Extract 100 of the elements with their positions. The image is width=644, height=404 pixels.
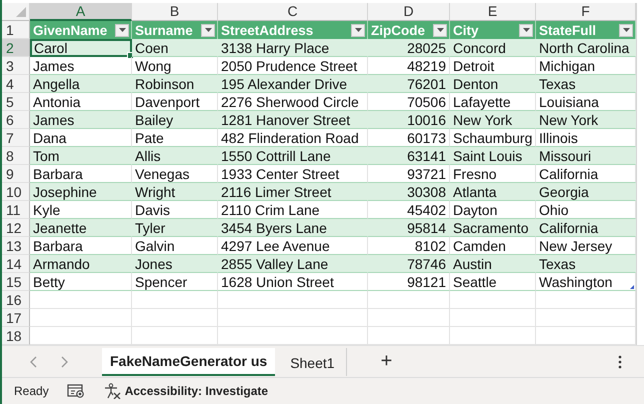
table-cell[interactable]: 98121	[368, 273, 450, 291]
column-header[interactable]: C	[218, 3, 368, 21]
row-number[interactable]: 13	[2, 237, 30, 255]
row-number[interactable]: 4	[2, 75, 30, 93]
table-cell[interactable]: 1628 Union Street	[218, 273, 368, 291]
row-number[interactable]: 15	[2, 273, 30, 291]
table-cell[interactable]: Sacramento	[450, 219, 536, 237]
table-cell[interactable]: 2855 Valley Lane	[218, 255, 368, 273]
empty-cell[interactable]	[218, 309, 368, 327]
table-cell[interactable]: Tyler	[132, 219, 218, 237]
empty-cell[interactable]	[368, 309, 450, 327]
table-cell[interactable]: 3138 Harry Place	[218, 39, 368, 57]
row-number[interactable]: 2	[2, 39, 30, 57]
dropdown-arrow-icon[interactable]	[436, 28, 444, 32]
table-cell[interactable]: California	[536, 219, 636, 237]
table-cell[interactable]: Josephine	[30, 183, 132, 201]
table-cell[interactable]: Spencer	[132, 273, 218, 291]
dropdown-arrow-icon[interactable]	[622, 28, 630, 32]
row-number[interactable]: 17	[2, 309, 30, 327]
table-cell[interactable]: Allis	[132, 147, 218, 165]
table-cell[interactable]: Atlanta	[450, 183, 536, 201]
dropdown-arrow-icon[interactable]	[522, 28, 530, 32]
row-number[interactable]: 10	[2, 183, 30, 201]
accessibility-icon[interactable]	[102, 383, 121, 400]
table-cell[interactable]: New York	[536, 111, 636, 129]
column-header[interactable]: E	[450, 3, 536, 21]
filter-button[interactable]	[351, 24, 365, 36]
row-number[interactable]: 3	[2, 57, 30, 75]
table-cell[interactable]: 78746	[368, 255, 450, 273]
add-sheet-button[interactable]: +	[376, 350, 396, 374]
accessibility-button[interactable]: Accessibility: Investigate	[102, 383, 268, 400]
macro-record-icon[interactable]	[66, 383, 85, 400]
empty-cell[interactable]	[450, 309, 536, 327]
table-cell[interactable]: North Carolina	[536, 39, 636, 57]
table-cell[interactable]: 1281 Hanover Street	[218, 111, 368, 129]
table-cell[interactable]: Texas	[536, 75, 636, 93]
empty-cell[interactable]	[368, 291, 450, 309]
table-cell[interactable]: 3454 Byers Lane	[218, 219, 368, 237]
table-cell[interactable]: Concord	[450, 39, 536, 57]
row-number[interactable]: 6	[2, 111, 30, 129]
table-cell[interactable]: Armando	[30, 255, 132, 273]
table-cell[interactable]: 30308	[368, 183, 450, 201]
table-cell[interactable]: Angella	[30, 75, 132, 93]
row-number[interactable]: 18	[2, 327, 30, 345]
filter-button[interactable]	[619, 24, 633, 36]
table-cell[interactable]: Wright	[132, 183, 218, 201]
dropdown-arrow-icon[interactable]	[204, 28, 212, 32]
table-cell[interactable]: New York	[450, 111, 536, 129]
table-cell[interactable]: 28025	[368, 39, 450, 57]
column-header[interactable]: F	[536, 3, 636, 21]
table-cell[interactable]: 195 Alexander Drive	[218, 75, 368, 93]
next-sheet-icon[interactable]	[60, 356, 68, 368]
empty-cell[interactable]	[536, 291, 636, 309]
table-cell[interactable]: 1550 Cottrill Lane	[218, 147, 368, 165]
more-options-icon[interactable]	[618, 354, 622, 369]
resize-handle-icon[interactable]	[630, 285, 634, 289]
row-number[interactable]: 14	[2, 255, 30, 273]
row-number[interactable]: 12	[2, 219, 30, 237]
table-cell[interactable]: 95814	[368, 219, 450, 237]
row-number[interactable]: 5	[2, 93, 30, 111]
table-cell[interactable]: Missouri	[536, 147, 636, 165]
empty-cell[interactable]	[132, 291, 218, 309]
previous-sheet-icon[interactable]	[30, 356, 38, 368]
filter-button[interactable]	[201, 24, 215, 36]
table-cell[interactable]: Austin	[450, 255, 536, 273]
row-number[interactable]: 9	[2, 165, 30, 183]
table-cell[interactable]: Saint Louis	[450, 147, 536, 165]
column-header[interactable]: D	[368, 3, 450, 21]
sheet-tab[interactable]: Sheet1	[279, 348, 347, 376]
table-cell[interactable]: Seattle	[450, 273, 536, 291]
empty-cell[interactable]	[450, 291, 536, 309]
table-cell[interactable]: Betty	[30, 273, 132, 291]
row-number[interactable]: 16	[2, 291, 30, 309]
column-header[interactable]: B	[132, 3, 218, 21]
filter-button[interactable]	[433, 24, 447, 36]
select-all-icon[interactable]	[16, 7, 26, 17]
row-number[interactable]: 8	[2, 147, 30, 165]
table-cell[interactable]: James	[30, 111, 132, 129]
table-cell[interactable]: 10016	[368, 111, 450, 129]
table-cell[interactable]: Denton	[450, 75, 536, 93]
table-cell[interactable]: Texas	[536, 255, 636, 273]
column-header[interactable]: A	[30, 3, 132, 21]
filter-button[interactable]	[115, 24, 129, 36]
empty-cell[interactable]	[218, 291, 368, 309]
table-cell[interactable]: Jones	[132, 255, 218, 273]
row-number[interactable]: 7	[2, 129, 30, 147]
table-cell[interactable]: 2116 Limer Street	[218, 183, 368, 201]
row-number[interactable]: 11	[2, 201, 30, 219]
table-cell[interactable]: 63141	[368, 147, 450, 165]
row-number[interactable]: 1	[2, 21, 30, 39]
sheet-tab[interactable]: FakeNameGenerator us	[102, 348, 276, 376]
table-cell[interactable]: Coen	[132, 39, 218, 57]
table-cell[interactable]: Washington	[536, 273, 636, 291]
table-cell[interactable]: Bailey	[132, 111, 218, 129]
empty-cell[interactable]	[536, 309, 636, 327]
table-cell[interactable]: Tom	[30, 147, 132, 165]
table-cell[interactable]: Georgia	[536, 183, 636, 201]
table-cell[interactable]: 76201	[368, 75, 450, 93]
filter-button[interactable]	[519, 24, 533, 36]
table-cell[interactable]: Robinson	[132, 75, 218, 93]
